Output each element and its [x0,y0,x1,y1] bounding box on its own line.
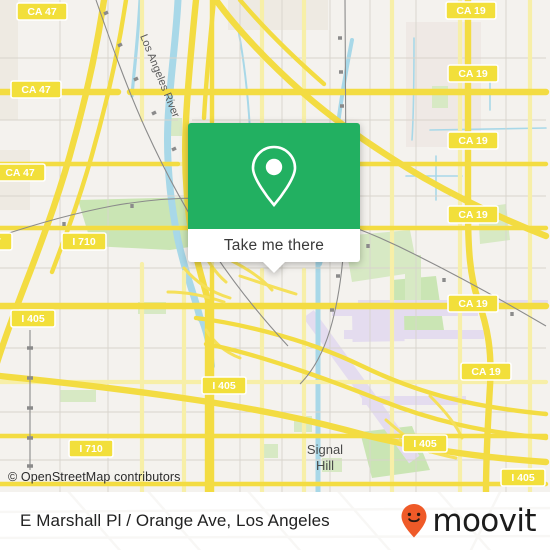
shield-ca47-3: CA 47 [0,163,46,182]
svg-text:CA 47: CA 47 [27,6,57,18]
city-label-hill: Hill [316,458,334,473]
moovit-smiley-pin-icon [401,504,427,538]
svg-text:I 710: I 710 [79,443,103,455]
popup-icon-area [188,123,360,229]
svg-text:CA 19: CA 19 [458,298,488,310]
shield-ca19-6: CA 19 [460,362,512,381]
shield-ca19-5: CA 19 [447,294,499,313]
shield-i405-1: I 405 [10,309,56,328]
svg-text:I 405: I 405 [21,313,45,325]
shield-ca19-3: CA 19 [447,131,499,150]
svg-text:CA 47: CA 47 [21,84,51,96]
moovit-brand[interactable]: moovit [400,502,537,539]
svg-text:CA 47: CA 47 [5,167,35,179]
shield-i405-2: I 405 [201,376,247,395]
shield-i710-1: I 710 [61,232,107,251]
location-popup-card[interactable]: Take me there [188,123,360,273]
shield-ca19-1: CA 19 [445,1,497,20]
location-title: E Marshall Pl / Orange Ave, Los Angeles [20,511,330,530]
shield-ca47-1: CA 47 [16,2,68,21]
shield-ca19-4: CA 19 [447,205,499,224]
svg-text:I 405: I 405 [413,438,437,450]
osm-attribution[interactable]: © OpenStreetMap contributors [8,470,181,484]
shield-ca19-2: CA 19 [447,64,499,83]
shield-i405-4: I 405 [500,468,546,487]
svg-text:CA 19: CA 19 [458,209,488,221]
svg-text:I 710: I 710 [72,236,96,248]
svg-text:I 405: I 405 [511,472,535,484]
take-me-there-button[interactable]: Take me there [188,229,360,262]
popup-tail [263,262,285,273]
city-label-signal: Signal [307,442,343,457]
svg-text:I 405: I 405 [212,380,236,392]
footer-bar: E Marshall Pl / Orange Ave, Los Angeles … [0,492,550,550]
svg-text:CA 19: CA 19 [458,68,488,80]
svg-text:CA 19: CA 19 [456,5,486,17]
map-pin-icon [251,145,297,207]
moovit-map-screenshot: .bg { fill:#f4f2ee; } .landA { fill:#efe… [0,0,550,550]
brand-wordmark: moovit [432,502,536,539]
shield-i710-2: I 710 [68,439,114,458]
svg-text:7: 7 [0,236,1,248]
shield-left-partial: 7 [0,232,13,251]
svg-text:CA 19: CA 19 [458,135,488,147]
svg-text:CA 19: CA 19 [471,366,501,378]
shield-ca47-2: CA 47 [10,80,62,99]
shield-i405-3: I 405 [402,434,448,453]
